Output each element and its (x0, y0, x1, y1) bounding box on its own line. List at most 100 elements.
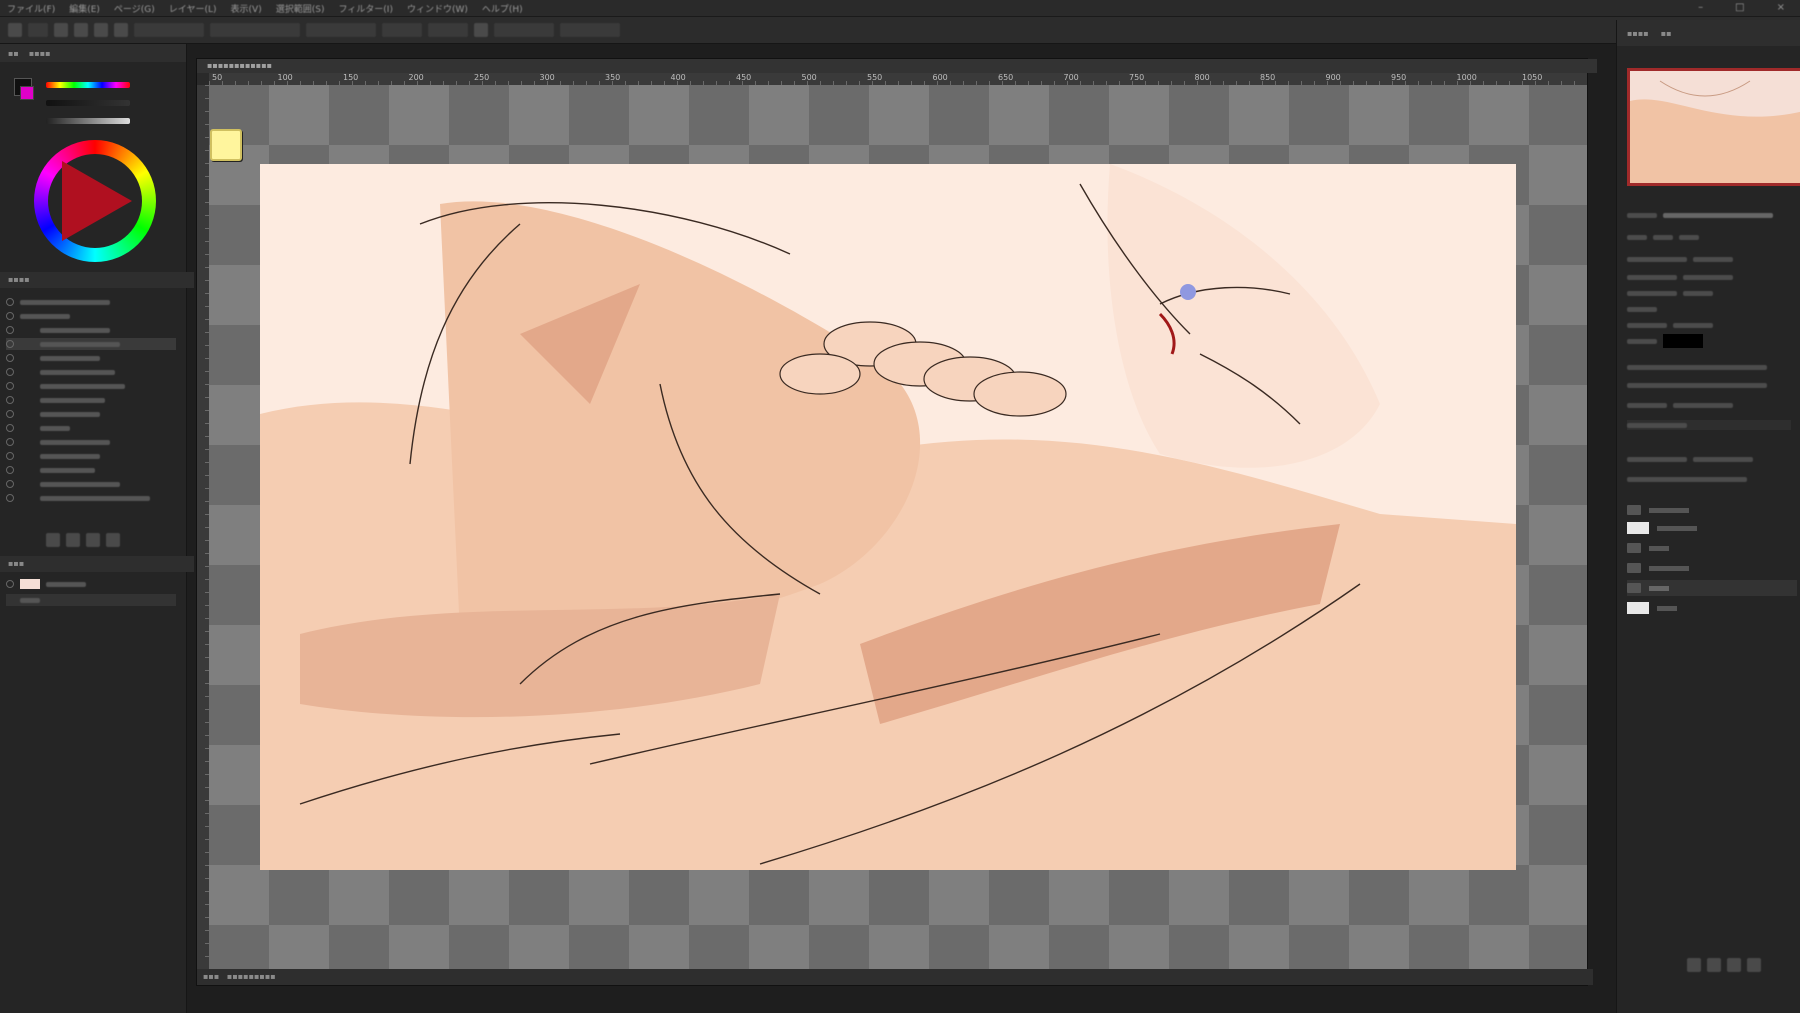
width-field[interactable] (382, 23, 422, 37)
antialias-field[interactable] (210, 23, 300, 37)
layer-row[interactable] (6, 352, 176, 364)
menu-window[interactable]: ウィンドウ(W) (400, 2, 475, 15)
eye-icon[interactable] (6, 480, 14, 488)
document-tab[interactable]: ▪▪▪▪▪▪▪▪▪▪▪▪ (197, 59, 1597, 73)
eye-icon[interactable] (6, 368, 14, 376)
new-selection-icon[interactable] (54, 23, 68, 37)
eye-icon[interactable] (6, 438, 14, 446)
fx-icon[interactable] (1707, 958, 1721, 972)
folder-icon[interactable] (66, 533, 80, 547)
new-layer-icon[interactable] (1727, 958, 1741, 972)
zoom-slider-row[interactable] (1627, 210, 1791, 220)
navigator-thumbnail[interactable] (1627, 68, 1800, 186)
menu-help[interactable]: ヘルプ(H) (475, 2, 530, 15)
layer-item[interactable] (1627, 600, 1797, 616)
tab-navigator[interactable]: ▪▪▪▪ (1627, 29, 1649, 38)
layer-group[interactable] (1627, 540, 1797, 556)
mask-icon[interactable] (86, 533, 100, 547)
subtract-selection-icon[interactable] (94, 23, 108, 37)
eye-icon[interactable] (6, 396, 14, 404)
navigator-item[interactable] (6, 578, 176, 590)
eye-icon[interactable] (6, 340, 14, 348)
feather-field[interactable] (134, 23, 204, 37)
layer-item[interactable] (1627, 520, 1797, 536)
new-layer-icon[interactable] (46, 533, 60, 547)
ruler-tick-label: 350 (605, 73, 621, 82)
saturation-slider[interactable] (46, 100, 130, 106)
minimize-icon[interactable]: – (1691, 2, 1710, 13)
menu-filter[interactable]: フィルター(I) (331, 2, 400, 15)
intersect-selection-icon[interactable] (114, 23, 128, 37)
layer-filter-row[interactable] (1627, 454, 1791, 464)
menu-select[interactable]: 選択範囲(S) (269, 2, 332, 15)
tab-histogram[interactable]: ▪▪ (1661, 29, 1672, 38)
layer-row[interactable] (6, 464, 176, 476)
layer-row[interactable] (6, 380, 176, 392)
layer-row[interactable] (6, 408, 176, 420)
ruler-tick-label: 450 (736, 73, 752, 82)
brightness-slider[interactable] (46, 118, 130, 124)
eye-icon[interactable] (6, 410, 14, 418)
layer-lock-row[interactable] (1627, 474, 1791, 484)
horizontal-ruler: 50 100 150 200 250 300 350 400 450 500 550 600 650 70… (209, 73, 1587, 85)
layer-group[interactable] (1627, 502, 1797, 518)
layer-row[interactable] (6, 366, 176, 378)
eye-icon[interactable] (6, 312, 14, 320)
color-wheel-icon[interactable] (34, 140, 156, 262)
menu-edit[interactable]: 編集(E) (62, 2, 107, 15)
ruler-tick-label: 250 (474, 73, 490, 82)
background-color-swatch[interactable] (20, 86, 34, 100)
tab-color[interactable]: ▪▪ (8, 49, 19, 58)
trash-icon[interactable] (1747, 958, 1761, 972)
layers-panel-title (1627, 420, 1791, 430)
layer-row[interactable] (6, 394, 176, 406)
eye-icon[interactable] (6, 466, 14, 474)
layer-row[interactable] (6, 492, 176, 504)
eye-icon[interactable] (6, 424, 14, 432)
ruler-tick-label: 600 (932, 73, 948, 82)
eye-icon[interactable] (6, 452, 14, 460)
height-field[interactable] (428, 23, 468, 37)
window-controls: – □ × (1691, 2, 1792, 13)
layer-group[interactable] (1627, 560, 1797, 576)
tool-preset-button[interactable] (8, 23, 22, 37)
link-icon[interactable] (1687, 958, 1701, 972)
trash-icon[interactable] (106, 533, 120, 547)
style-field[interactable] (306, 23, 376, 37)
option-field[interactable] (28, 23, 48, 37)
layer-row[interactable] (6, 296, 176, 308)
menu-layer[interactable]: レイヤー(L) (162, 2, 224, 15)
add-selection-icon[interactable] (74, 23, 88, 37)
swap-icon[interactable] (474, 23, 488, 37)
layer-row[interactable] (6, 436, 176, 448)
color-swatch[interactable] (1663, 334, 1703, 348)
hue-slider[interactable] (46, 82, 130, 88)
navigator-item[interactable] (6, 594, 176, 606)
eye-icon[interactable] (6, 326, 14, 334)
sticky-note-icon[interactable] (210, 129, 242, 161)
eye-icon[interactable] (6, 382, 14, 390)
maximize-icon[interactable]: □ (1728, 2, 1751, 13)
menu-page[interactable]: ページ(G) (107, 2, 162, 15)
menu-file[interactable]: ファイル(F) (0, 2, 62, 15)
layer-row[interactable] (6, 422, 176, 434)
folder-icon (1627, 563, 1641, 573)
canvas[interactable] (209, 85, 1587, 969)
eye-icon[interactable] (6, 298, 14, 306)
layer-row[interactable] (6, 450, 176, 462)
close-icon[interactable]: × (1770, 2, 1792, 13)
eye-icon[interactable] (6, 580, 14, 588)
menu-view[interactable]: 表示(V) (224, 2, 269, 15)
eye-icon[interactable] (6, 354, 14, 362)
layer-row[interactable] (6, 324, 176, 336)
layer-group-selected[interactable] (1627, 580, 1797, 596)
select-mask-button[interactable] (494, 23, 554, 37)
ruler-tick-label: 500 (801, 73, 817, 82)
eye-icon[interactable] (6, 494, 14, 502)
layer-row[interactable] (6, 310, 176, 322)
tab-swatches[interactable]: ▪▪▪▪ (29, 49, 51, 58)
color-triangle[interactable] (62, 161, 132, 241)
layer-row-selected[interactable] (6, 338, 176, 350)
layer-row[interactable] (6, 478, 176, 490)
extra-option-button[interactable] (560, 23, 620, 37)
